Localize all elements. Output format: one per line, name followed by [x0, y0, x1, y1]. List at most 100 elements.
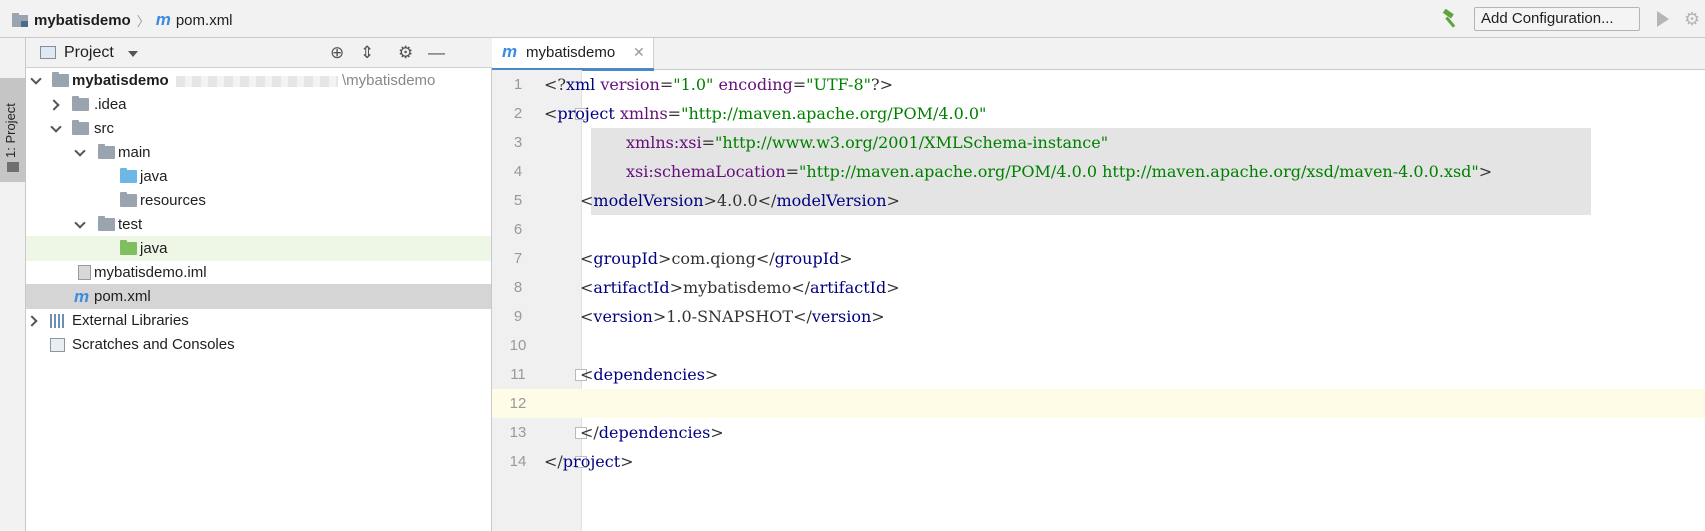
folder-icon [98, 216, 115, 231]
code-text: xsi:schemaLocation="http://maven.apache.… [626, 162, 1493, 181]
chevron-down-icon[interactable] [30, 73, 42, 85]
line-number: 3 [513, 134, 523, 151]
line-number: 2 [513, 105, 523, 122]
chevron-down-icon[interactable] [128, 51, 138, 57]
chevron-right-icon[interactable] [48, 99, 60, 111]
editor-tab-bar: m mybatisdemo ✕ [492, 38, 1705, 71]
code-line[interactable]: 9 <version>1.0-SNAPSHOT</version> [492, 302, 1705, 331]
code-text: <modelVersion>4.0.0</modelVersion> [580, 191, 900, 210]
tree-item-idea[interactable]: .idea [26, 92, 491, 117]
tree-item-label: java [140, 168, 168, 185]
tree-item-src[interactable]: src [26, 116, 491, 141]
code-line[interactable]: 1 <?xml version="1.0" encoding="UTF-8"?> [492, 70, 1705, 99]
chevron-down-icon[interactable] [74, 217, 86, 229]
test-folder-icon [120, 240, 137, 255]
line-number: 10 [509, 337, 527, 354]
editor-tab-label: mybatisdemo [526, 44, 616, 61]
chevron-down-icon[interactable] [50, 121, 62, 133]
project-view-selector[interactable]: Project [64, 44, 114, 62]
line-number: 5 [513, 192, 523, 209]
minimize-icon[interactable]: — [428, 43, 445, 63]
tree-item-java-main[interactable]: java [26, 164, 491, 189]
maven-icon: m [502, 42, 518, 61]
tree-item-label: .idea [94, 96, 127, 113]
folder-icon [7, 162, 19, 172]
code-line[interactable]: 14 </project> [492, 447, 1705, 476]
code-text: <project xmlns="http://maven.apache.org/… [544, 104, 987, 123]
breadcrumb-file[interactable]: pom.xml [176, 12, 233, 29]
breadcrumb: mybatisdemo 〉 m pom.xml [12, 10, 233, 30]
chevron-right-icon[interactable] [26, 315, 38, 327]
resources-folder-icon [120, 192, 137, 207]
debug-gear-icon[interactable]: ⚙ [1684, 9, 1700, 30]
code-line[interactable]: 11 <dependencies> [492, 360, 1705, 389]
tree-item-label: test [118, 216, 143, 233]
scratches-icon [50, 338, 65, 352]
tree-item-label: mybatisdemo [72, 72, 169, 89]
module-file-icon [78, 265, 91, 280]
module-folder-icon [52, 72, 69, 87]
project-tool-tab[interactable]: 1: Project [0, 78, 26, 182]
editor: m mybatisdemo ✕ 1 <?xml version="1.0" en… [492, 38, 1705, 531]
chevron-down-icon[interactable] [74, 145, 86, 157]
tool-window-strip: 1: Project [0, 38, 26, 531]
tree-item-root[interactable]: mybatisdemo \mybatisdemo [26, 68, 491, 93]
code-line-current[interactable]: 12 [492, 389, 1705, 418]
code-line[interactable]: 13 </dependencies> [492, 418, 1705, 447]
folder-icon [72, 96, 89, 111]
add-configuration-button[interactable]: Add Configuration... [1474, 7, 1640, 31]
code-line[interactable]: 10 [492, 331, 1705, 360]
project-folder-icon [12, 13, 28, 27]
navigation-bar: mybatisdemo 〉 m pom.xml Add Configuratio… [0, 0, 1705, 38]
code-text: <dependencies> [580, 365, 719, 384]
tree-item-label: External Libraries [72, 312, 189, 329]
libraries-icon [50, 314, 66, 328]
line-number: 8 [513, 279, 523, 296]
line-number: 9 [513, 308, 523, 325]
tree-item-test[interactable]: test [26, 212, 491, 237]
blurred-path [176, 76, 338, 87]
tree-item-label: pom.xml [94, 288, 151, 305]
project-panel-header: Project ⊕ ⇕ ⚙ — [26, 38, 492, 68]
code-text: </dependencies> [580, 423, 724, 442]
code-line[interactable]: 7 <groupId>com.qiong</groupId> [492, 244, 1705, 273]
gear-icon[interactable]: ⚙ [398, 43, 413, 63]
tree-item-external-libraries[interactable]: External Libraries [26, 308, 491, 333]
project-panel: Project ⊕ ⇕ ⚙ — mybatisdemo \mybatisdemo… [26, 38, 492, 531]
source-folder-icon [120, 168, 137, 183]
line-number: 7 [513, 250, 523, 267]
maven-icon: m [74, 287, 90, 306]
editor-tab-pom[interactable]: m mybatisdemo ✕ [492, 38, 654, 71]
code-line[interactable]: 6 [492, 215, 1705, 244]
build-hammer-icon[interactable] [1440, 8, 1460, 29]
code-line[interactable]: 8 <artifactId>mybatisdemo</artifactId> [492, 273, 1705, 302]
tree-item-path: \mybatisdemo [342, 72, 436, 89]
tree-item-label: mybatisdemo.iml [94, 264, 207, 281]
code-text: </project> [544, 452, 634, 471]
line-number: 13 [509, 424, 527, 441]
tree-item-resources[interactable]: resources [26, 188, 491, 213]
tree-item-java-test[interactable]: java [26, 236, 491, 261]
code-line[interactable]: 2 <project xmlns="http://maven.apache.or… [492, 99, 1705, 128]
folder-icon [98, 144, 115, 159]
code-text: <groupId>com.qiong</groupId> [580, 249, 853, 268]
code-text: <artifactId>mybatisdemo</artifactId> [580, 278, 900, 297]
tree-item-main[interactable]: main [26, 140, 491, 165]
tree-item-iml[interactable]: mybatisdemo.iml [26, 260, 491, 285]
line-number: 6 [513, 221, 523, 238]
code-line[interactable]: 3 xmlns:xsi="http://www.w3.org/2001/XMLS… [492, 128, 1705, 157]
tree-item-label: resources [140, 192, 206, 209]
tree-item-scratches[interactable]: Scratches and Consoles [26, 332, 491, 357]
tree-item-pom[interactable]: m pom.xml [26, 284, 491, 309]
code-line[interactable]: 5 <modelVersion>4.0.0</modelVersion> [492, 186, 1705, 215]
code-line[interactable]: 4 xsi:schemaLocation="http://maven.apach… [492, 157, 1705, 186]
project-view-icon [40, 46, 56, 59]
run-icon[interactable] [1657, 11, 1669, 27]
maven-icon: m [155, 10, 171, 29]
tree-item-label: main [118, 144, 151, 161]
locate-target-icon[interactable]: ⊕ [330, 43, 344, 63]
close-icon[interactable]: ✕ [633, 44, 645, 61]
line-number: 14 [509, 453, 527, 470]
collapse-all-icon[interactable]: ⇕ [360, 43, 374, 63]
breadcrumb-project[interactable]: mybatisdemo [34, 12, 131, 29]
